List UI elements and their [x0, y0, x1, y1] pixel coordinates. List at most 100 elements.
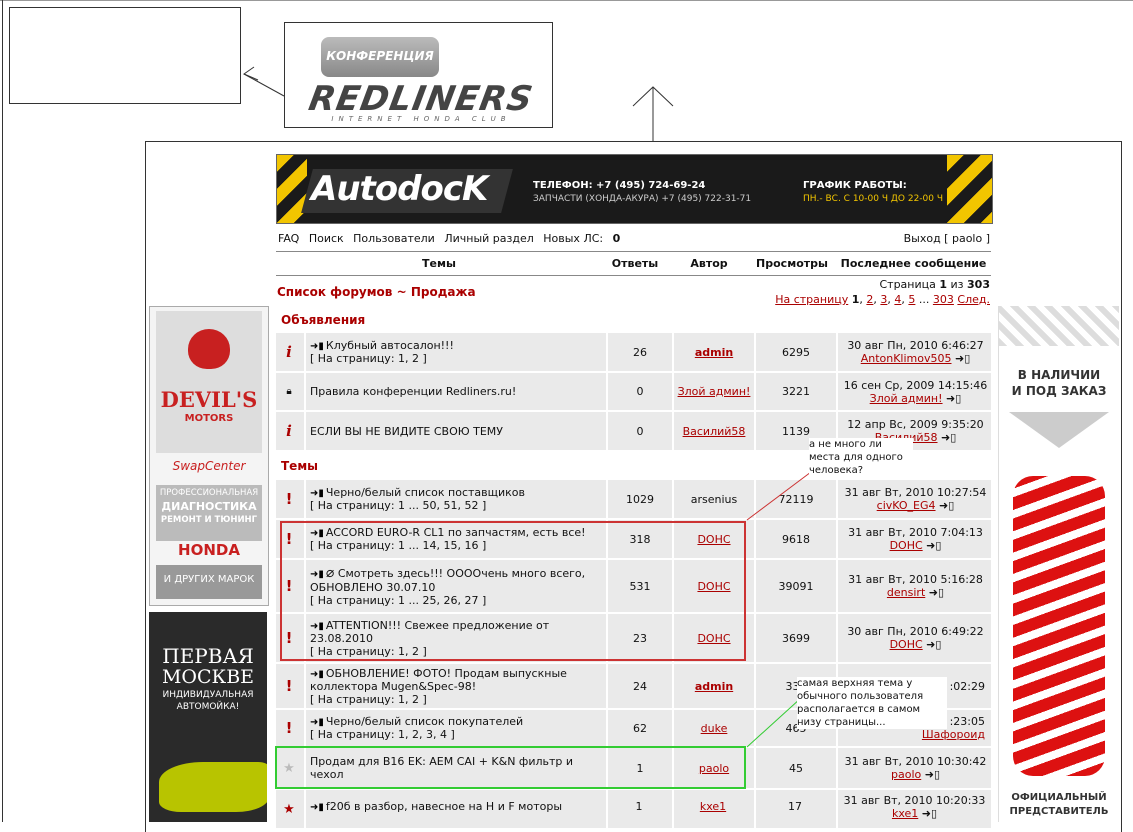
topic-title[interactable]: Черно/белый список покупателей [326, 715, 523, 728]
topic-title[interactable]: ЕСЛИ ВЫ НЕ ВИДИТЕ СВОЮ ТЕМУ [310, 425, 503, 438]
nav-faq[interactable]: FAQ [278, 232, 299, 245]
goto-last-icon[interactable]: ➜▯ [926, 638, 941, 651]
paging: Страница 1 из 303 На страницу 1, 2, 3, 4… [775, 278, 990, 306]
topic-title[interactable]: Правила конференции Redliners.ru! [310, 385, 516, 398]
last-user-link[interactable]: civKO_EG4 [877, 499, 936, 512]
banner-parts: ЗАПЧАСТИ (ХОНДА-АКУРА) +7 (495) 722-31-7… [533, 194, 752, 204]
last-user-link[interactable]: kxe1 [892, 807, 918, 820]
logo-brand: REDLINERS [305, 79, 537, 119]
section-announcements: Объявления [281, 313, 366, 327]
arrow-to-empty-box [242, 66, 285, 97]
left-rule [2, 0, 3, 822]
replies: 26 [606, 333, 672, 371]
goto-last-icon[interactable]: ➜▯ [925, 768, 940, 781]
banner-phone: ТЕЛЕФОН: +7 (495) 724-69-24 [533, 180, 706, 191]
breadcrumb-forum[interactable]: Продажа [411, 285, 476, 299]
breadcrumb-sep: ~ [396, 285, 407, 299]
topic-pages[interactable]: [ На страницу: 1, 2, 3, 4 ] [310, 728, 455, 741]
red-highlight-box [280, 521, 746, 661]
page-link[interactable]: 303 [933, 293, 954, 306]
page-link[interactable]: 5 [908, 293, 915, 306]
table-row[interactable]: 🔒︎ Правила конференции Redliners.ru! 0 З… [276, 373, 991, 412]
nav-personal[interactable]: Личный раздел [444, 232, 533, 245]
banner-brand: AutodocK [311, 169, 488, 209]
new-post-icon[interactable]: ➜▮ [310, 802, 324, 813]
paging-next[interactable]: След. [957, 293, 990, 306]
author-link[interactable]: Злой админ! [678, 385, 751, 398]
logo-sub: INTERNET HONDA CLUB [331, 115, 511, 123]
nav-new-pm-count: 0 [612, 232, 621, 245]
views: 6295 [754, 333, 836, 371]
page-link: 1 [851, 293, 860, 306]
sponge-hand-icon [159, 762, 267, 812]
last-date: 31 авг Вт, 2010 10:20:33 [843, 794, 986, 807]
paging-goto[interactable]: На страницу [775, 293, 848, 306]
last-user-link[interactable]: paolo [891, 768, 921, 781]
col-topics: Темы [422, 257, 456, 270]
last-user-link[interactable]: Шафороид [922, 728, 985, 741]
goto-last-icon[interactable]: ➜▯ [926, 539, 941, 552]
author-name[interactable]: arsenius [691, 493, 738, 506]
goto-last-icon[interactable]: ➜▯ [941, 431, 956, 444]
page-link[interactable]: 2 [866, 293, 873, 306]
table-row[interactable]: i ➜▮ Клубный автосалон!!! [ На страницу: … [276, 333, 991, 373]
table-row[interactable]: ! ➜▮ Черно/белый список поставщиков [ На … [276, 480, 991, 520]
last-date: 31 авг Вт, 2010 10:27:54 [844, 486, 987, 499]
left-ad-devils[interactable]: DEVIL'S MOTORS SwapCenter ПРОФЕССИОНАЛЬН… [149, 306, 269, 606]
author-link[interactable]: admin [695, 346, 733, 359]
new-post-icon[interactable]: ➜▮ [310, 669, 324, 680]
nav-search[interactable]: Поиск [309, 232, 344, 245]
topic-title[interactable]: Черно/белый список поставщиков [326, 486, 525, 499]
page-link[interactable]: 3 [880, 293, 887, 306]
banner-stripes-right [947, 155, 992, 223]
breadcrumb-list[interactable]: Список форумов [277, 285, 392, 299]
author-link[interactable]: duke [701, 722, 728, 735]
author-link[interactable]: kxe1 [700, 800, 726, 813]
last-user-link[interactable]: Злой админ! [870, 392, 943, 405]
last-date: 31 авг Вт, 2010 5:16:28 [848, 573, 983, 586]
topic-pages[interactable]: [ На страницу: 1, 2 ] [310, 693, 427, 706]
star-icon: ★ [283, 801, 295, 817]
col-views: Просмотры [756, 257, 828, 270]
last-date: 31 авг Вт, 2010 7:04:13 [848, 526, 983, 539]
views: 3221 [754, 373, 836, 410]
new-post-icon[interactable]: ➜▮ [310, 341, 324, 352]
topic-title[interactable]: Клубный автосалон!!! [326, 339, 454, 352]
goto-last-icon[interactable]: ➜▯ [929, 586, 944, 599]
replies: 62 [606, 710, 672, 746]
table-row[interactable]: ★ ➜▮ f20б в разбор, навесное на H и F мот… [276, 790, 991, 830]
topic-title[interactable]: ОБНОВЛЕНИЕ! ФОТО! Продам выпускные колле… [310, 667, 567, 693]
last-user-link[interactable]: densirt [887, 586, 925, 599]
nav-logout[interactable]: Выход [ paolo ] [904, 232, 990, 245]
replies: 0 [606, 373, 672, 410]
annotation-note-red: а не много ли места для одного человека? [809, 438, 913, 477]
last-user-link[interactable]: AntonKlimov505 [861, 352, 952, 365]
last-user-link[interactable]: DOHC [890, 638, 923, 651]
goto-last-icon[interactable]: ➜▯ [946, 392, 961, 405]
new-post-icon[interactable]: ➜▮ [310, 717, 324, 728]
topic-pages[interactable]: [ На страницу: 1, 2 ] [310, 352, 427, 365]
right-ad-springs[interactable]: В НАЛИЧИИ И ПОД ЗАКАЗ ОФИЦИАЛЬНЫЙ ПРЕДСТ… [998, 306, 1119, 822]
nav-users[interactable]: Пользователи [353, 232, 435, 245]
replies: 1029 [606, 480, 672, 518]
last-date: 31 авг Вт, 2010 10:30:42 [844, 755, 987, 768]
left-ad-carwash[interactable]: ПЕРВАЯ МОСКВЕ ИНДИВИДУАЛЬНАЯ АВТОМОЙКА! [149, 612, 267, 822]
nav-new-pm[interactable]: Новых ЛС: 0 [543, 232, 620, 245]
topic-pages[interactable]: [ На страницу: 1 ... 50, 51, 52 ] [310, 499, 486, 512]
author-link[interactable]: Василий58 [683, 425, 746, 438]
topic-title[interactable]: f20б в разбор, навесное на H и F моторы [326, 800, 562, 813]
replies: 0 [606, 412, 672, 450]
autodock-banner[interactable]: AutodocK ТЕЛЕФОН: +7 (495) 724-69-24 ЗАП… [276, 154, 993, 224]
author-link[interactable]: admin [695, 680, 733, 693]
new-post-icon[interactable]: ➜▮ [310, 488, 324, 499]
goto-last-icon[interactable]: ➜▯ [922, 807, 937, 820]
last-user-link[interactable]: DOHC [890, 539, 923, 552]
last-date: 30 авг Пн, 2010 6:46:27 [847, 339, 984, 352]
col-author: Автор [690, 257, 728, 270]
page-link[interactable]: 4 [894, 293, 901, 306]
sticky-icon: ! [285, 719, 293, 737]
replies: 24 [606, 664, 672, 708]
views: 45 [754, 748, 836, 788]
goto-last-icon[interactable]: ➜▯ [955, 352, 970, 365]
goto-last-icon[interactable]: ➜▯ [939, 499, 954, 512]
